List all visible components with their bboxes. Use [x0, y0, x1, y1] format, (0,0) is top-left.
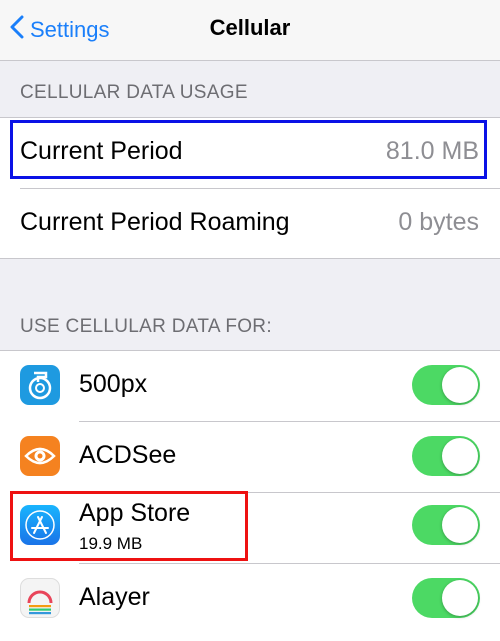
- cellular-toggle-alayer[interactable]: [412, 578, 480, 618]
- toggle-knob: [442, 367, 478, 403]
- section-header-usage: CELLULAR DATA USAGE: [20, 82, 248, 103]
- app-name: Alayer: [79, 583, 150, 611]
- app-data-usage: 19.9 MB: [79, 534, 143, 553]
- acdsee-app-icon: [20, 436, 60, 476]
- app-name: ACDSee: [79, 441, 177, 469]
- alayer-app-icon: [20, 578, 60, 618]
- section-header-apps: USE CELLULAR DATA FOR:: [20, 316, 272, 337]
- app-name: App Store: [79, 499, 191, 527]
- toggle-knob: [442, 580, 478, 616]
- cellular-toggle-acdsee[interactable]: [412, 436, 480, 476]
- current-period-roaming-label: Current Period Roaming: [20, 208, 290, 236]
- app-row-alayer: Alayer: [0, 564, 500, 634]
- app-row-500px: 500px: [0, 351, 500, 421]
- navigation-bar: Settings Cellular: [0, 0, 500, 61]
- toggle-knob: [442, 507, 478, 543]
- apps-group: 500px ACDSee App Store 19.9 MB Alayer: [0, 350, 500, 641]
- app-row-app-store: App Store 19.9 MB: [0, 493, 500, 563]
- current-period-row[interactable]: Current Period 81.0 MB: [0, 118, 500, 188]
- app-store-icon: [20, 505, 60, 545]
- usage-group: Current Period 81.0 MB Current Period Ro…: [0, 117, 500, 259]
- current-period-roaming-value: 0 bytes: [398, 208, 479, 236]
- 500px-app-icon: [20, 365, 60, 405]
- current-period-label: Current Period: [20, 137, 183, 165]
- toggle-knob: [442, 438, 478, 474]
- current-period-roaming-row[interactable]: Current Period Roaming 0 bytes: [0, 189, 500, 259]
- cellular-toggle-app-store[interactable]: [412, 505, 480, 545]
- app-name: 500px: [79, 370, 148, 398]
- current-period-value: 81.0 MB: [385, 137, 479, 165]
- cellular-toggle-500px[interactable]: [412, 365, 480, 405]
- app-row-acdsee: ACDSee: [0, 422, 500, 492]
- page-title: Cellular: [209, 15, 291, 40]
